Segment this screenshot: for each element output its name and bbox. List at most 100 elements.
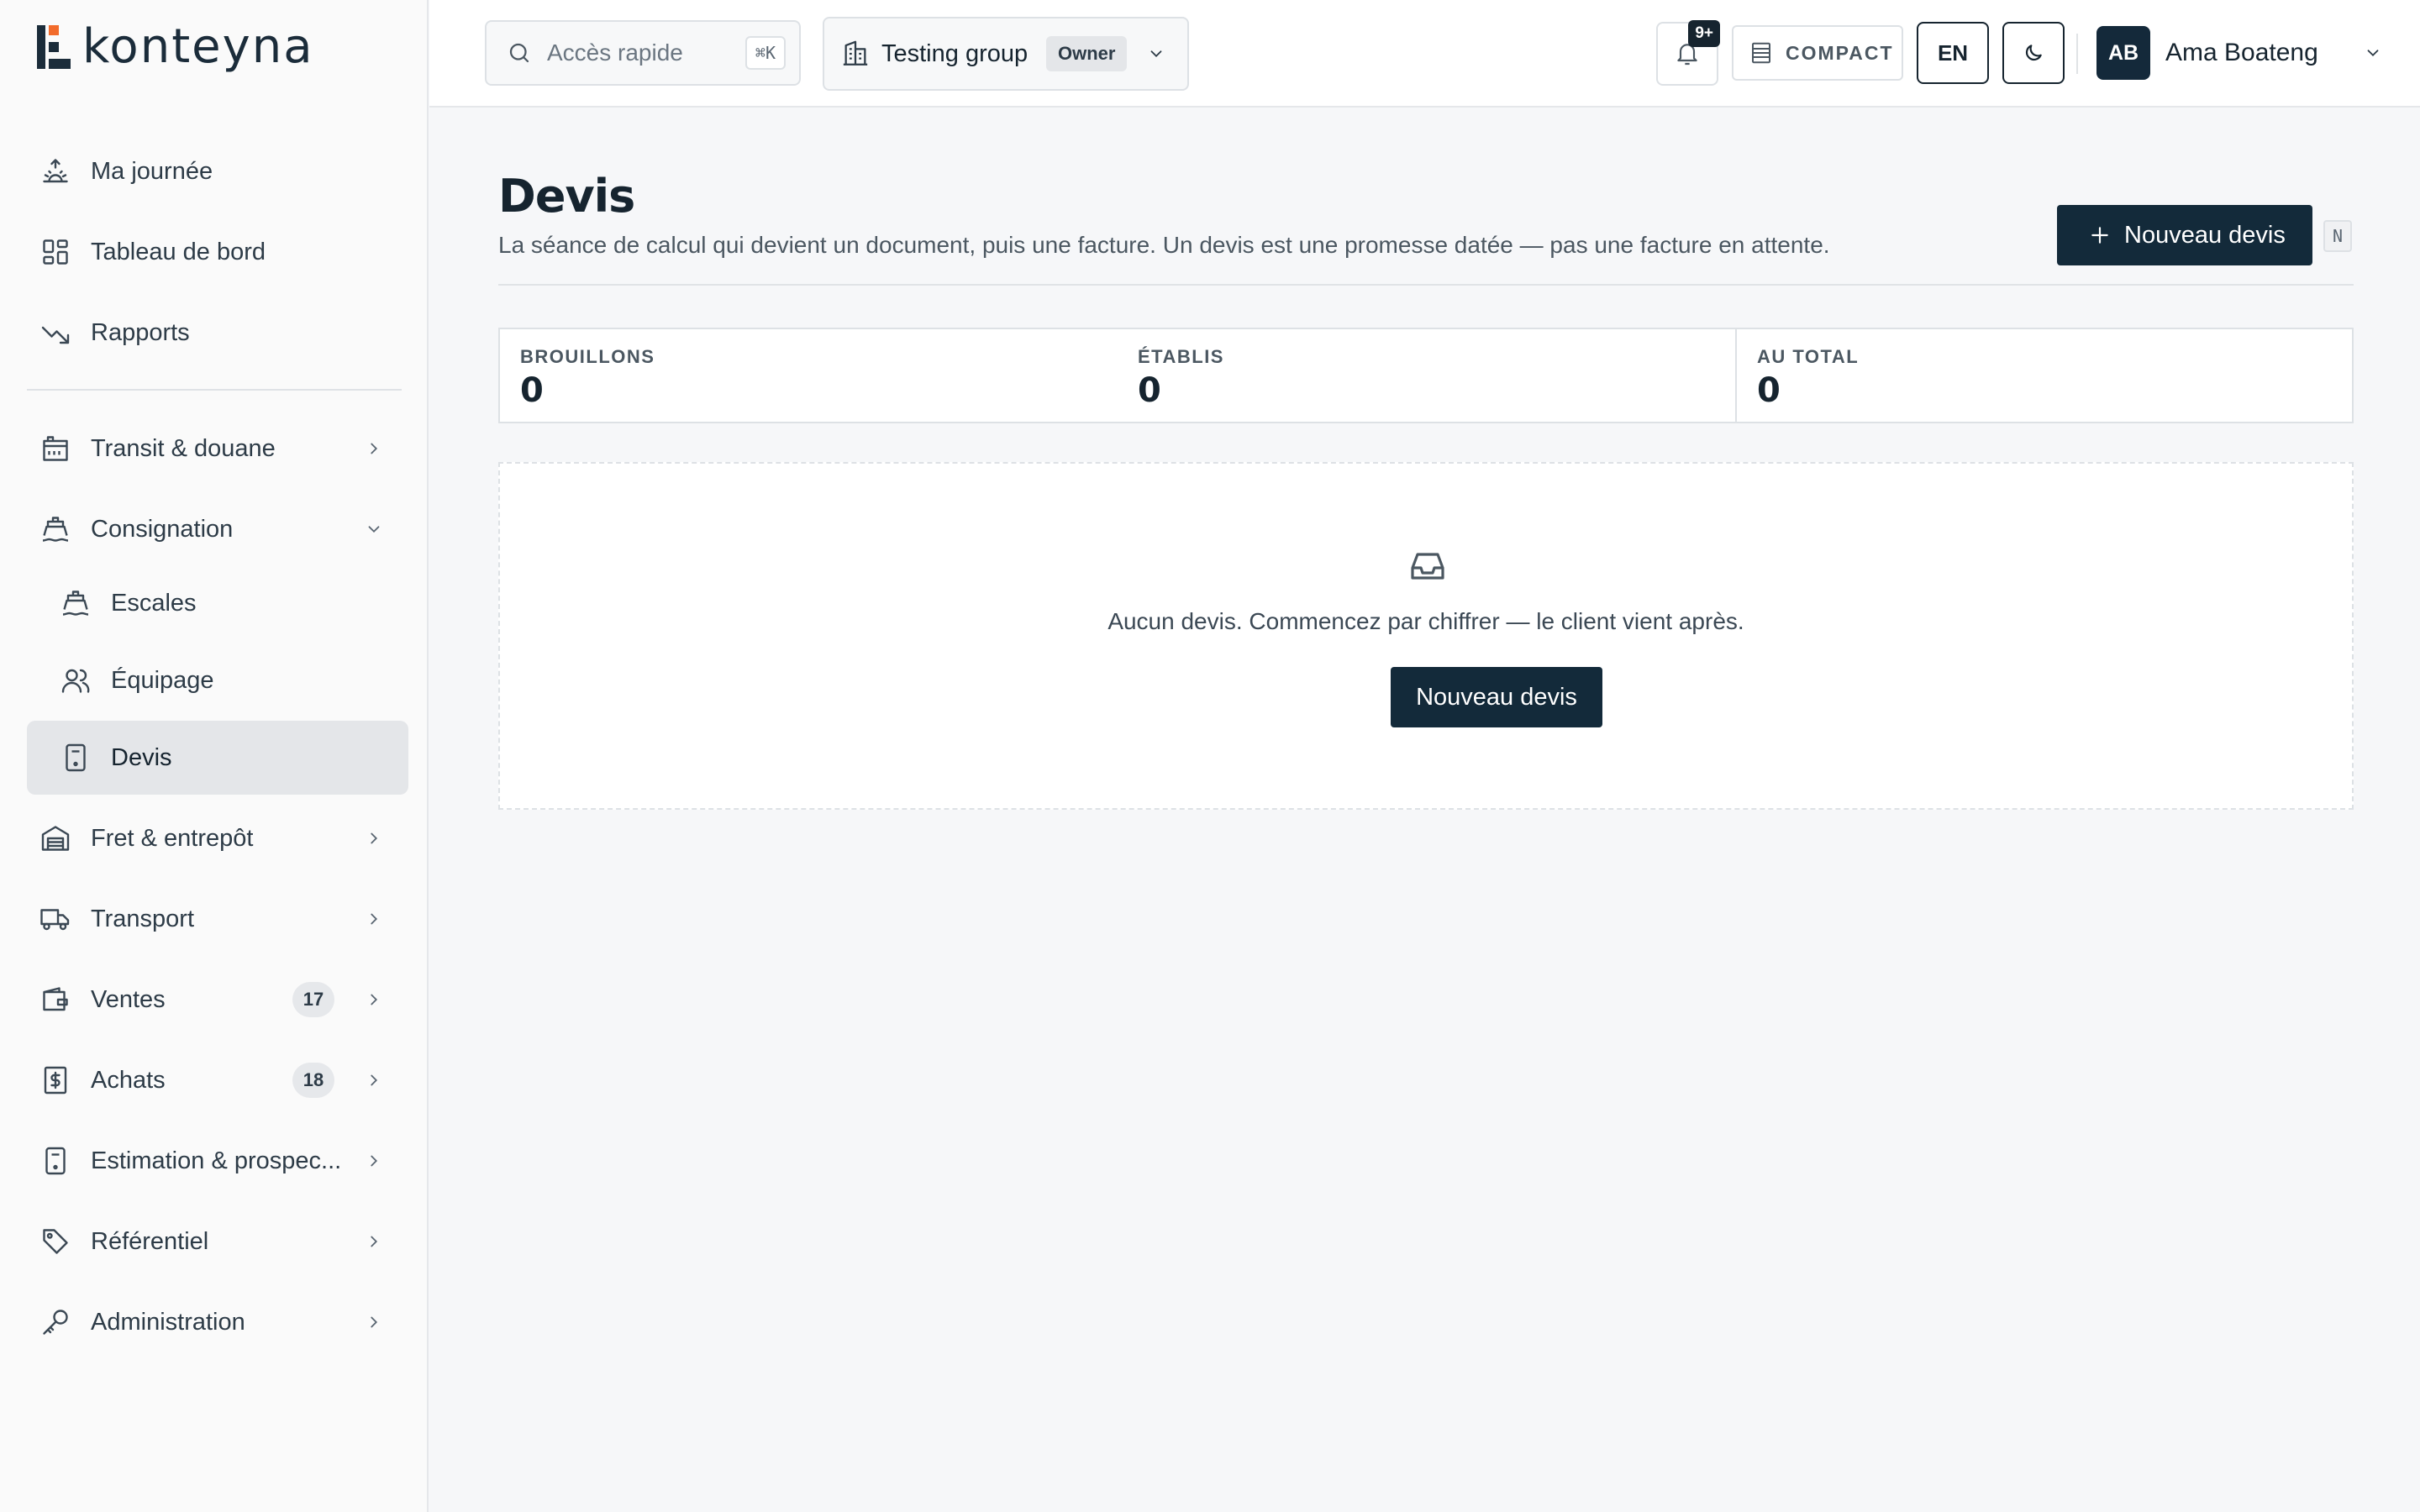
sidebar-item-consignation[interactable]: Consignation: [27, 492, 408, 566]
sidebar: konteyna Ma journée Tableau de bord Rapp…: [0, 0, 429, 1512]
density-toggle-button[interactable]: COMPACT: [1732, 25, 1903, 81]
truck-icon: [40, 909, 70, 931]
organization-switcher[interactable]: Testing group Owner: [823, 17, 1189, 91]
stat-issued: ÉTABLIS 0: [1118, 329, 1735, 422]
sidebar-item-devis[interactable]: Devis: [27, 721, 408, 795]
brand-logo[interactable]: konteyna: [37, 19, 314, 74]
sidebar-item-estimation-prospection[interactable]: Estimation & prospec...: [27, 1124, 408, 1198]
chevron-right-icon: [371, 1155, 378, 1167]
count-badge: 17: [292, 982, 334, 1017]
ship-icon: [42, 517, 69, 542]
rows-icon: [1752, 42, 1770, 64]
sidebar-item-label: Ventes: [91, 985, 166, 1013]
stat-label: AU TOTAL: [1757, 346, 1860, 367]
stat-drafts: BROUILLONS 0: [500, 329, 1118, 422]
sidebar-item-label: Équipage: [111, 666, 214, 694]
sidebar-item-label: Tableau de bord: [91, 238, 266, 265]
sidebar-item-referentiel[interactable]: Référentiel: [27, 1205, 408, 1278]
new-quote-button[interactable]: Nouveau devis: [2057, 205, 2312, 265]
main-content: Devis La séance de calcul qui devient un…: [429, 109, 2420, 1512]
sunrise-icon: [43, 159, 68, 183]
stats-bar: BROUILLONS 0 ÉTABLIS 0 AU TOTAL 0: [498, 328, 2354, 423]
search-icon: [509, 43, 529, 63]
search-shortcut-hint: ⌘K: [744, 36, 786, 70]
sidebar-item-label: Transport: [91, 905, 195, 932]
sidebar-item-label: Administration: [91, 1308, 245, 1336]
trend-down-icon: [41, 326, 70, 344]
plus-icon: [2091, 227, 2108, 244]
sidebar-item-label: Achats: [91, 1066, 166, 1094]
sidebar-item-label: Devis: [111, 743, 172, 771]
building-icon: [843, 40, 868, 66]
chevron-down-icon: [368, 526, 380, 533]
konteyna-logo-icon: [37, 25, 71, 69]
sidebar-item-tableau-de-bord[interactable]: Tableau de bord: [27, 215, 408, 289]
sidebar-item-administration[interactable]: Administration: [27, 1285, 408, 1359]
user-menu[interactable]: AB Ama Boateng: [2096, 25, 2407, 81]
sidebar-item-escales[interactable]: Escales: [27, 566, 408, 640]
sidebar-item-transport[interactable]: Transport: [27, 882, 408, 956]
calculator-icon: [66, 743, 86, 772]
stat-total: AU TOTAL 0: [1735, 329, 2352, 422]
inbox-icon: [1411, 553, 1444, 580]
sidebar-divider: [27, 389, 402, 391]
empty-state-new-quote-button[interactable]: Nouveau devis: [1391, 667, 1602, 727]
page-description: La séance de calcul qui devient un docum…: [498, 232, 1830, 258]
sidebar-item-ma-journee[interactable]: Ma journée: [27, 134, 408, 208]
moon-icon: [2025, 45, 2042, 61]
calculator-icon: [45, 1147, 66, 1175]
chevron-right-icon: [371, 832, 378, 844]
chevron-right-icon: [371, 1074, 378, 1086]
sidebar-item-label: Estimation & prospec...: [91, 1147, 342, 1174]
user-name: Ama Boateng: [2165, 39, 2318, 66]
sidebar-item-label: Escales: [111, 589, 197, 617]
chevron-right-icon: [371, 443, 378, 454]
customs-building-icon: [43, 436, 68, 461]
sidebar-item-transit-douane[interactable]: Transit & douane: [27, 412, 408, 486]
empty-state: Aucun devis. Commencez par chiffrer — le…: [498, 462, 2354, 810]
notifications-button[interactable]: 9+: [1656, 20, 1720, 86]
quick-search-input[interactable]: Accès rapide ⌘K: [485, 20, 801, 86]
keyboard-shortcut-hint: N: [2323, 220, 2352, 252]
theme-toggle-button[interactable]: [2002, 22, 2065, 84]
chevron-down-icon: [2367, 50, 2379, 57]
sidebar-item-label: Consignation: [91, 515, 234, 543]
new-quote-label: Nouveau devis: [2124, 221, 2286, 249]
empty-state-message: Aucun devis. Commencez par chiffrer — le…: [1107, 608, 1744, 634]
top-bar: Accès rapide ⌘K Testing group Owner 9+ C…: [429, 0, 2420, 108]
sidebar-item-label: Transit & douane: [91, 434, 276, 462]
sidebar-item-achats[interactable]: Achats 18: [27, 1043, 408, 1117]
receipt-dollar-icon: [44, 1066, 67, 1095]
topbar-divider: [2076, 34, 2078, 74]
key-icon: [43, 1310, 68, 1335]
notification-count-badge: 9+: [1688, 20, 1720, 47]
warehouse-icon: [41, 826, 70, 851]
stat-value: 0: [520, 371, 544, 410]
role-badge: Owner: [1046, 36, 1128, 71]
chevron-right-icon: [371, 1236, 378, 1247]
count-badge: 18: [292, 1063, 334, 1098]
sidebar-item-equipage[interactable]: Équipage: [27, 643, 408, 717]
sidebar-item-label: Rapports: [91, 318, 190, 346]
chevron-right-icon: [371, 913, 378, 925]
sidebar-item-label: Fret & entrepôt: [91, 824, 254, 852]
chevron-right-icon: [371, 994, 378, 1005]
stat-value: 0: [1757, 371, 1781, 410]
dashboard-grid-icon: [43, 239, 68, 265]
chevron-down-icon: [1150, 50, 1162, 58]
sidebar-item-label: Ma journée: [91, 157, 213, 185]
ship-icon: [62, 591, 89, 616]
sidebar-item-ventes[interactable]: Ventes 17: [27, 963, 408, 1037]
sidebar-item-fret-entrepot[interactable]: Fret & entrepôt: [27, 801, 408, 875]
organization-name: Testing group: [881, 39, 1028, 67]
density-label: COMPACT: [1786, 41, 1894, 64]
page-title: Devis: [498, 170, 635, 223]
brand-name: konteyna: [82, 19, 314, 74]
chevron-right-icon: [371, 1316, 378, 1328]
search-placeholder: Accès rapide: [547, 39, 683, 66]
sidebar-item-label: Référentiel: [91, 1227, 209, 1255]
stat-label: BROUILLONS: [520, 346, 655, 367]
sidebar-item-rapports[interactable]: Rapports: [27, 296, 408, 370]
language-toggle-button[interactable]: EN: [1917, 22, 1989, 84]
users-icon: [61, 669, 90, 693]
